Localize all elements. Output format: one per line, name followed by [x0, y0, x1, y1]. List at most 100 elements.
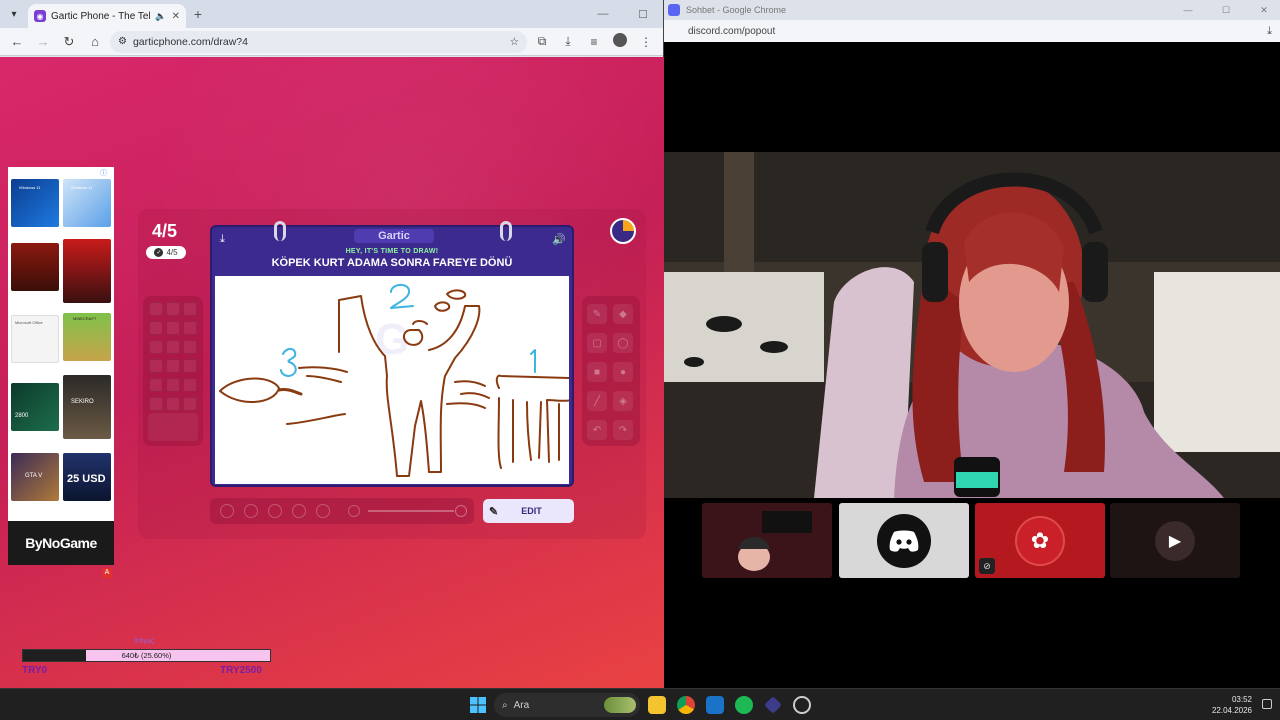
brush-size-1[interactable]: [220, 504, 234, 518]
fill-bucket-icon[interactable]: ◈: [613, 391, 633, 411]
opacity-slider-knob[interactable]: [455, 505, 467, 517]
color-swatch[interactable]: [183, 302, 197, 316]
taskbar-clock[interactable]: 03:52 22.04.2026: [1212, 694, 1252, 716]
color-swatch[interactable]: [183, 359, 197, 373]
forward-icon[interactable]: →: [32, 31, 54, 53]
color-swatch[interactable]: [149, 302, 163, 316]
close-window-icon[interactable]: ✕: [1248, 5, 1280, 16]
window-titlebar: Sohbet - Google Chrome — ☐ ✕: [664, 0, 1280, 20]
color-palette: [143, 296, 203, 446]
eraser-icon[interactable]: ◆: [613, 304, 633, 324]
spotify-icon[interactable]: [735, 696, 753, 714]
ad-tile-gta[interactable]: GTA V: [11, 453, 59, 501]
brush-size-5[interactable]: [316, 504, 330, 518]
site-info-icon[interactable]: ⚙: [118, 36, 127, 47]
download-icon[interactable]: ⤓: [1267, 25, 1272, 38]
settings-icon[interactable]: [793, 696, 811, 714]
mail-icon[interactable]: [706, 696, 724, 714]
brush-size-bar: [210, 498, 474, 524]
goal-progress-text: 640₺ (25.60%): [121, 651, 172, 660]
ad-tile-25-usd[interactable]: 25 USD: [63, 453, 111, 501]
new-tab-button[interactable]: +: [186, 6, 210, 22]
ad-footer-logo[interactable]: ByNoGame: [8, 521, 114, 565]
color-swatch[interactable]: [183, 378, 197, 392]
notification-icon[interactable]: [1262, 699, 1272, 709]
redo-icon[interactable]: ↷: [613, 420, 633, 440]
participant-tile-1[interactable]: [702, 503, 832, 578]
speaker-icon[interactable]: 🔈: [155, 11, 166, 22]
color-swatch[interactable]: [166, 378, 180, 392]
volume-icon[interactable]: 🔊: [552, 233, 566, 246]
ad-tile-red-dead[interactable]: [11, 243, 59, 291]
close-tab-icon[interactable]: ✕: [172, 11, 180, 22]
opacity-slider-track[interactable]: [368, 510, 454, 512]
undo-icon[interactable]: ↶: [587, 420, 607, 440]
color-swatch[interactable]: [149, 340, 163, 354]
profile-avatar[interactable]: [609, 33, 631, 50]
color-swatch[interactable]: [166, 397, 180, 411]
bookmark-star-icon[interactable]: ☆: [510, 36, 519, 48]
ad-choices-badge[interactable]: A: [102, 568, 112, 578]
popout-address-bar: discord.com/popout ⤓: [664, 20, 1280, 42]
taskbar-search-input[interactable]: ⌕ Ara: [494, 693, 640, 717]
ad-tile-windows-11-a[interactable]: Windows 11: [11, 179, 59, 227]
ad-tile-minecraft[interactable]: MINECRAFT: [63, 313, 111, 361]
color-swatch[interactable]: [166, 321, 180, 335]
color-swatch[interactable]: [183, 340, 197, 354]
color-swatch[interactable]: [149, 321, 163, 335]
pencil-icon[interactable]: ✎: [587, 304, 607, 324]
custom-color-button[interactable]: [148, 413, 198, 441]
download-icon[interactable]: ⤓: [557, 34, 579, 49]
participant-tile-2[interactable]: [839, 503, 969, 578]
maximize-icon[interactable]: ☐: [623, 8, 663, 21]
brush-size-3[interactable]: [268, 504, 282, 518]
main-video-stream[interactable]: [664, 152, 1280, 498]
ad-tile-2800-points[interactable]: 2800: [11, 383, 59, 431]
color-swatch[interactable]: [149, 397, 163, 411]
drawing-canvas[interactable]: G: [215, 276, 572, 484]
maximize-icon[interactable]: ☐: [1210, 5, 1242, 16]
minimize-icon[interactable]: —: [1172, 5, 1204, 15]
tab-search-icon[interactable]: ▾: [0, 0, 28, 28]
extensions-icon[interactable]: ⧉: [531, 34, 553, 49]
color-swatch[interactable]: [166, 302, 180, 316]
circle-filled-icon[interactable]: ●: [613, 362, 633, 382]
tab-gartic[interactable]: ◉ Gartic Phone - The Telephone Game 🔈 ✕: [28, 4, 186, 28]
app-icon[interactable]: [764, 696, 782, 714]
media-icon[interactable]: ≡: [583, 35, 605, 49]
windows-start-icon[interactable]: [470, 697, 486, 713]
color-swatch[interactable]: [183, 321, 197, 335]
chrome-icon[interactable]: [677, 696, 695, 714]
edit-button[interactable]: ✎ EDIT: [483, 499, 574, 523]
ad-tile-office[interactable]: Microsoft Office: [11, 315, 59, 363]
file-explorer-icon[interactable]: [648, 696, 666, 714]
home-icon[interactable]: ⌂: [84, 31, 106, 53]
square-outline-icon[interactable]: ▢: [587, 333, 607, 353]
color-swatch[interactable]: [149, 378, 163, 392]
drawing-prompt: KÖPEK KURT ADAMA SONRA FAREYE DÖNÜ: [271, 257, 513, 269]
circle-outline-icon[interactable]: ◯: [613, 333, 633, 353]
minimize-icon[interactable]: —: [583, 8, 623, 21]
ad-banner[interactable]: ⓘ ⋮ Windows 11 Windows 11 Microsoft Offi…: [8, 167, 114, 565]
opacity-icon: [348, 505, 360, 517]
menu-icon[interactable]: ⋮: [635, 35, 657, 49]
line-icon[interactable]: ╱: [587, 391, 607, 411]
ad-tile-sekiro[interactable]: SEKIRO: [63, 375, 111, 439]
download-icon[interactable]: ⤓: [220, 233, 225, 246]
url-input[interactable]: ⚙ garticphone.com/draw?4 ☆: [110, 30, 527, 53]
back-icon[interactable]: ←: [6, 31, 28, 53]
color-swatch[interactable]: [149, 359, 163, 373]
ad-tile-windows-11-b[interactable]: Windows 11: [63, 179, 111, 227]
color-swatch[interactable]: [166, 340, 180, 354]
reload-icon[interactable]: ↻: [58, 31, 80, 53]
color-swatch[interactable]: [166, 359, 180, 373]
brush-size-2[interactable]: [244, 504, 258, 518]
brush-size-4[interactable]: [292, 504, 306, 518]
ad-tile-f1[interactable]: [63, 239, 111, 303]
color-swatch[interactable]: [183, 397, 197, 411]
square-filled-icon[interactable]: ■: [587, 362, 607, 382]
participant-tile-3[interactable]: ✿ ⊘: [975, 503, 1105, 578]
participant-tile-4[interactable]: ▶: [1110, 503, 1240, 578]
drawing-card: ⤓ Gartic 🔊 HEY, IT'S TIME TO DRAW! KÖPEK…: [210, 221, 574, 487]
timer-icon: [610, 218, 636, 244]
